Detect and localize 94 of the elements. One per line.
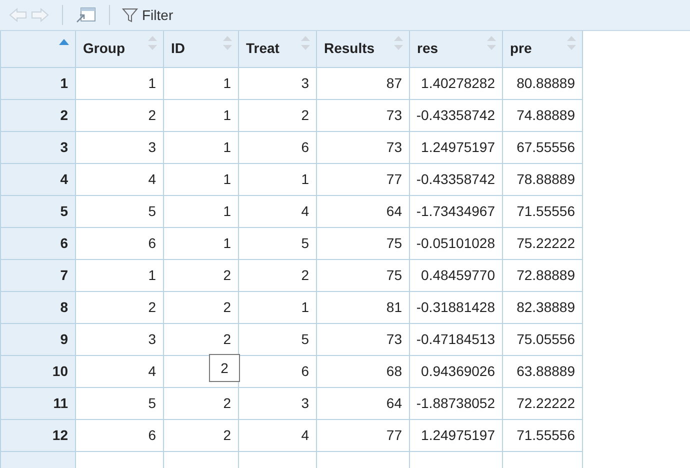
- table-cell: 2: [223, 394, 231, 410]
- table-cell: 74.88889: [516, 106, 575, 122]
- table-cell: 2: [223, 298, 231, 314]
- table-cell: 5: [148, 394, 156, 410]
- table-cell: -0.43358742: [416, 170, 495, 186]
- table-cell: 4: [301, 426, 309, 442]
- table-cell: 71.55556: [516, 202, 575, 218]
- tooltip: 2: [209, 354, 240, 382]
- column-header[interactable]: ID: [164, 31, 238, 67]
- table-cell: 82.38889: [516, 298, 575, 314]
- table-cell: 2: [223, 426, 231, 442]
- table-cell: 80.88889: [516, 74, 575, 90]
- table-cell: 81: [386, 298, 402, 314]
- filter-icon: [122, 8, 138, 22]
- row-number: 5: [0, 195, 76, 227]
- table-cell: 75.22222: [516, 234, 575, 250]
- table-cell: 77: [386, 170, 402, 186]
- table-cell: 4: [148, 362, 156, 378]
- table-cell: 75.05556: [516, 330, 575, 346]
- row-number: 8: [0, 291, 76, 323]
- table-cell: 1: [223, 106, 231, 122]
- table-cell: 77: [386, 426, 402, 442]
- table-cell: 73: [386, 138, 402, 154]
- table-cell: 73: [386, 330, 402, 346]
- column-header[interactable]: Results: [316, 31, 410, 67]
- popout-window-icon[interactable]: [75, 6, 97, 24]
- table-cell: 5: [301, 330, 309, 346]
- table-cell: 6: [301, 362, 309, 378]
- table-cell: 73: [386, 106, 402, 122]
- table-cell: 5: [301, 234, 309, 250]
- table-cell: 3: [301, 394, 309, 410]
- row-number: 12: [0, 419, 76, 451]
- table-cell: -0.43358742: [416, 106, 495, 122]
- table-cell: 72.88889: [516, 266, 575, 282]
- table-cell: 87: [386, 74, 402, 90]
- column-header[interactable]: Group: [76, 31, 164, 67]
- table-cell: 64: [386, 394, 402, 410]
- table-cell: -0.47184513: [416, 330, 495, 346]
- row-number: 6: [0, 227, 76, 259]
- table-cell: 72.22222: [516, 394, 575, 410]
- table-cell: 1: [223, 170, 231, 186]
- table-cell: 3: [301, 74, 309, 90]
- table-cell: 1: [301, 298, 309, 314]
- column-header[interactable]: Treat: [238, 31, 316, 67]
- table-cell: 1: [301, 170, 309, 186]
- table-cell: 1: [223, 74, 231, 90]
- table-cell: 78.88889: [516, 170, 575, 186]
- table-cell: 3: [148, 138, 156, 154]
- table-cell: -1.88738052: [416, 394, 495, 410]
- table-cell: 2: [301, 266, 309, 282]
- table-cell: 3: [148, 330, 156, 346]
- table-cell: 2: [148, 106, 156, 122]
- table-cell: 67.55556: [516, 138, 575, 154]
- table-cell: 0.94369026: [421, 362, 495, 378]
- row-number-header[interactable]: [0, 31, 76, 67]
- row-number: 4: [0, 163, 76, 195]
- table-cell: 63.88889: [516, 362, 575, 378]
- table-cell: 1: [223, 234, 231, 250]
- row-number: 1: [0, 67, 76, 99]
- table-cell: -1.73434967: [416, 202, 495, 218]
- table-cell: 1: [223, 202, 231, 218]
- table-cell: 75: [386, 234, 402, 250]
- table-cell: 6: [301, 138, 309, 154]
- table-cell: 2: [301, 106, 309, 122]
- table-cell: 6: [148, 234, 156, 250]
- row-number: 7: [0, 259, 76, 291]
- table-cell: 5: [148, 202, 156, 218]
- row-number: 2: [0, 99, 76, 131]
- table-cell: 1: [148, 266, 156, 282]
- table-cell: 4: [301, 202, 309, 218]
- row-number: 10: [0, 355, 76, 387]
- table-cell: 68: [386, 362, 402, 378]
- column-header[interactable]: pre: [502, 31, 582, 67]
- table-cell: 75: [386, 266, 402, 282]
- row-number: 3: [0, 131, 76, 163]
- table-cell: 1: [148, 74, 156, 90]
- table-cell: 2: [223, 266, 231, 282]
- column-header[interactable]: res: [410, 31, 502, 67]
- table-cell: 1: [223, 138, 231, 154]
- row-number: 9: [0, 323, 76, 355]
- table-cell: 6: [148, 426, 156, 442]
- table-cell: -0.31881428: [416, 298, 495, 314]
- table-cell: 1.40278282: [421, 74, 495, 90]
- table-cell: 71.55556: [516, 426, 575, 442]
- table-cell: 0.48459770: [421, 266, 495, 282]
- table-cell: -0.05101028: [416, 234, 495, 250]
- table-cell: 2: [223, 330, 231, 346]
- table-cell: 64: [386, 202, 402, 218]
- table-cell: 1.24975197: [421, 138, 495, 154]
- table-cell: 2: [148, 298, 156, 314]
- filter-button[interactable]: Filter: [122, 4, 174, 26]
- table-cell: 1.24975197: [421, 426, 495, 442]
- table-cell: 4: [148, 170, 156, 186]
- row-number: 11: [0, 387, 76, 419]
